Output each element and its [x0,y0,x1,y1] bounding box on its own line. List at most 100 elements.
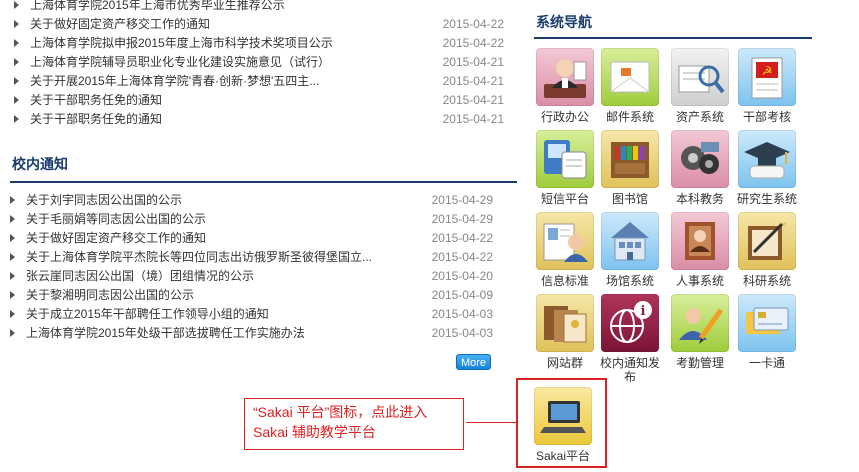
attendance-icon [671,294,729,352]
news-date: 2015-04-21 [442,55,504,69]
tile-research[interactable]: 科研系统 [737,212,797,288]
news-title[interactable]: 上海体育学院辅导员职业化专业化建设实施意见（试行） [30,53,330,72]
notice-list: 关于刘宇同志因公出国的公示 2015-04-29 关于毛丽娟等同志因公出国的公示 2… [10,191,493,343]
news-title[interactable]: 关于开展2015年上海体育学院'青春·创新·梦想'五四主... [30,72,319,91]
news-title[interactable]: 关于做好固定资产移交工作的通知 [30,15,210,34]
tile-label: 网站群 [546,356,583,370]
bullet-icon [10,329,15,337]
tile-office[interactable]: 行政办公 [535,48,595,124]
svg-text:i: i [641,304,646,319]
news-date: 2015-04-22 [442,17,504,31]
bullet-icon [14,77,19,85]
news-row[interactable]: 关于开展2015年上海体育学院'青春·创新·梦想'五四主... 2015-04-2… [14,72,504,91]
list-item[interactable]: 上海体育学院2015年处级干部选拔聘任工作实施办法 2015-04-03 [10,324,493,343]
tile-label: 研究生系统 [737,192,798,206]
list-item[interactable]: 张云崖同志因公出国（境）团组情况的公示 2015-04-20 [10,267,493,286]
research-icon [738,212,796,270]
tile-cadre[interactable]: ☭ 干部考核 [737,48,797,124]
bullet-icon [14,115,19,123]
list-item[interactable]: 关于黎湘明同志因公出国的公示 2015-04-09 [10,286,493,305]
tile-websites[interactable]: 网站群 [535,294,595,370]
tile-label: 信息标准 [540,274,589,288]
list-item[interactable]: 关于毛丽娟等同志因公出国的公示 2015-04-29 [10,210,493,229]
list-item[interactable]: 关于上海体育学院平杰院长等四位同志出访俄罗斯圣彼得堡国立... 2015-04-2… [10,248,493,267]
notice-title[interactable]: 上海体育学院2015年处级干部选拔聘任工作实施办法 [26,324,305,343]
notice-title[interactable]: 关于毛丽娟等同志因公出国的公示 [26,210,206,229]
asset-icon [671,48,729,106]
news-row[interactable]: 关于做好固定资产移交工作的通知 2015-04-22 [14,15,504,34]
notice-date: 2015-04-22 [431,250,493,264]
bullet-icon [14,1,19,9]
tile-attendance[interactable]: 考勤管理 [670,294,730,370]
news-title[interactable]: 关于干部职务任免的通知 [30,91,162,110]
tile-label: 本科教务 [675,192,724,206]
tile-graduate[interactable]: 研究生系统 [737,130,797,206]
tile-label: 考勤管理 [675,356,724,370]
top-news-list: 上海体育学院2015年上海市优秀毕业生推荐公示 关于做好固定资产移交工作的通知 2… [14,0,504,129]
tile-card[interactable]: 一卡通 [737,294,797,370]
list-item[interactable]: 关于刘宇同志因公出国的公示 2015-04-29 [10,191,493,210]
sakai-laptop-icon [534,387,592,445]
annotation-connector [466,422,516,423]
notice-date: 2015-04-29 [431,212,493,226]
tile-notice-publish[interactable]: i 校内通知发布 [600,294,660,384]
tile-label: 科研系统 [742,274,791,288]
tile-label: 短信平台 [540,192,589,206]
tile-label: 干部考核 [742,110,791,124]
notice-date: 2015-04-20 [431,269,493,283]
tile-label: Sakai平台 [535,449,591,463]
tile-label: 资产系统 [675,110,724,124]
tile-mail[interactable]: 邮件系统 [600,48,660,124]
tile-personnel[interactable]: 人事系统 [670,212,730,288]
news-row[interactable]: 关于干部职务任免的通知 2015-04-21 [14,110,504,129]
news-date: 2015-04-21 [442,112,504,126]
more-button[interactable]: More [456,354,491,370]
tile-label: 校内通知发布 [600,356,661,384]
notice-publish-icon: i [601,294,659,352]
bullet-icon [10,253,15,261]
news-title[interactable]: 上海体育学院2015年上海市优秀毕业生推荐公示 [30,0,285,15]
notice-title[interactable]: 关于黎湘明同志因公出国的公示 [26,286,194,305]
tile-label: 场馆系统 [605,274,654,288]
news-title[interactable]: 上海体育学院拟申报2015年度上海市科学技术奖项目公示 [30,34,333,53]
notice-title[interactable]: 关于做好固定资产移交工作的通知 [26,229,206,248]
sms-icon [536,130,594,188]
news-row[interactable]: 关于干部职务任免的通知 2015-04-21 [14,91,504,110]
venue-icon [601,212,659,270]
notice-title[interactable]: 关于成立2015年干部聘任工作领导小组的通知 [26,305,269,324]
news-date: 2015-04-21 [442,93,504,107]
notice-date: 2015-04-22 [431,231,493,245]
notice-date: 2015-04-03 [431,326,493,340]
list-item[interactable]: 关于成立2015年干部聘任工作领导小组的通知 2015-04-03 [10,305,493,324]
tile-sakai[interactable]: Sakai平台 [533,387,593,463]
tile-library[interactable]: 图书馆 [600,130,660,206]
notice-title[interactable]: 关于上海体育学院平杰院长等四位同志出访俄罗斯圣彼得堡国立... [26,248,372,267]
news-date: 2015-04-22 [442,36,504,50]
tile-label: 图书馆 [611,192,648,206]
tile-asset[interactable]: 资产系统 [670,48,730,124]
notice-title[interactable]: 张云崖同志因公出国（境）团组情况的公示 [26,267,254,286]
bullet-icon [10,291,15,299]
bullet-icon [14,96,19,104]
websites-icon [536,294,594,352]
bullet-icon [10,310,15,318]
tile-academic[interactable]: 本科教务 [670,130,730,206]
annotation-callout: “Sakai 平台”图标，点此进入 Sakai 辅助教学平台 [244,398,464,450]
news-date: 2015-04-21 [442,74,504,88]
tile-label: 人事系统 [675,274,724,288]
tile-venue[interactable]: 场馆系统 [600,212,660,288]
news-row[interactable]: 上海体育学院辅导员职业化专业化建设实施意见（试行） 2015-04-21 [14,53,504,72]
news-row[interactable]: 上海体育学院拟申报2015年度上海市科学技术奖项目公示 2015-04-22 [14,34,504,53]
mail-icon [601,48,659,106]
svg-text:☭: ☭ [762,64,773,78]
notice-title[interactable]: 关于刘宇同志因公出国的公示 [26,191,182,210]
academic-icon [671,130,729,188]
tile-sms[interactable]: 短信平台 [535,130,595,206]
bullet-icon [14,58,19,66]
info-standard-icon [536,212,594,270]
news-title[interactable]: 关于干部职务任免的通知 [30,110,162,129]
news-row[interactable]: 上海体育学院2015年上海市优秀毕业生推荐公示 [14,0,504,15]
bullet-icon [14,39,19,47]
list-item[interactable]: 关于做好固定资产移交工作的通知 2015-04-22 [10,229,493,248]
tile-info-standard[interactable]: 信息标准 [535,212,595,288]
